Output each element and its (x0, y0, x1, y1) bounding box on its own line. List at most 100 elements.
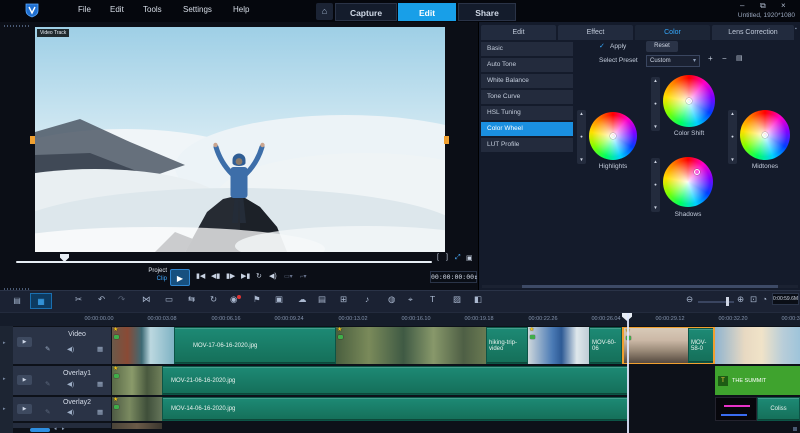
minimize-icon[interactable]: – (740, 1, 744, 10)
clip-video-2[interactable]: hiking-trip-video (486, 327, 528, 364)
panel-scrollbar[interactable] (482, 285, 798, 288)
cloud-media-icon[interactable]: ☁ (298, 294, 307, 305)
right-trim-handle[interactable] (444, 136, 449, 144)
midtones-slider[interactable]: ▲●▼ (728, 110, 737, 164)
midtones-wheel[interactable] (740, 110, 790, 160)
shadows-slider[interactable]: ▲●▼ (651, 158, 660, 212)
category-white-balance[interactable]: White Balance (481, 74, 573, 88)
project-duration[interactable]: 0:00:59.6M (772, 293, 799, 305)
system-volume-icon[interactable]: ▭▾ (284, 273, 293, 280)
duration-clock-icon[interactable]: ◔ (762, 294, 767, 304)
remove-preset-button[interactable]: − (722, 54, 727, 63)
undo-icon[interactable]: ↶ (98, 294, 105, 305)
home-icon[interactable]: ⌂ (316, 3, 333, 20)
clip-thumbnail[interactable]: ★ (112, 366, 162, 395)
audio-mixer-icon[interactable]: ♪ (365, 294, 369, 304)
save-preset-icon[interactable]: ▤ (736, 54, 743, 62)
timeline-corner-scroll[interactable] (793, 427, 797, 431)
storyboard-view-icon[interactable]: ▤ (6, 293, 28, 309)
next-frame-button[interactable]: ▮▶ (226, 272, 235, 280)
highlights-wheel[interactable] (589, 112, 637, 160)
speech-to-text-icon[interactable]: ◍ (388, 294, 395, 305)
clip-thumbnail[interactable] (112, 423, 162, 429)
track-header-overlay2[interactable]: ▶ Overlay2 ✎ ◀) ▦ (13, 397, 111, 421)
clip-overlay2[interactable]: MOV-14-06-16-2020.jpg (162, 397, 628, 421)
toolbar-grip[interactable] (4, 288, 30, 290)
track-header-overlay1[interactable]: ▶ Overlay1 ✎ ◀) ▦ (13, 366, 111, 395)
clip-thumbnail[interactable]: ★ (112, 397, 162, 421)
clip-overlay2b[interactable]: Coliss (757, 397, 800, 421)
repeat-button[interactable]: ↻ (256, 272, 262, 280)
mark-in-icon[interactable]: [ (437, 254, 439, 261)
playback-mode-switch[interactable]: Project Clip (141, 267, 167, 284)
clip-title[interactable]: T THE SUMMIT (715, 366, 800, 395)
clip-thumbnail[interactable]: ★ (624, 328, 688, 363)
menu-tools[interactable]: Tools (143, 5, 162, 14)
split-screen-icon[interactable]: ⊞ (340, 294, 347, 305)
go-start-button[interactable]: ▮◀ (196, 272, 205, 280)
preview-video-frame[interactable] (35, 27, 445, 252)
zoom-out-icon[interactable]: ⊖ (686, 294, 693, 305)
timeline-scrollbar-thumb[interactable] (30, 428, 50, 432)
multi-trim-icon[interactable]: ✂ (75, 294, 82, 305)
clip-graphic[interactable] (715, 397, 757, 421)
clip-thumbnail[interactable]: ★ (336, 327, 486, 364)
capture-frame-icon[interactable]: ▣ (466, 254, 473, 262)
track-header-video[interactable]: ▶ Video ✎ ◀) ▦ (13, 327, 111, 364)
panel-tab-effect[interactable]: Effect (558, 25, 633, 40)
close-icon[interactable]: × (781, 1, 786, 10)
smart-proxy-icon[interactable]: ▭ (165, 294, 173, 305)
mark-out-icon[interactable]: ] (446, 254, 448, 261)
title-editor-icon[interactable]: T (430, 294, 435, 304)
prev-frame-button[interactable]: ◀▮ (211, 272, 220, 280)
tab-edit[interactable]: Edit (398, 3, 456, 21)
color-shift-slider[interactable]: ▲●▼ (651, 77, 660, 131)
apply-checkbox[interactable]: ✓ (599, 42, 605, 50)
category-basic[interactable]: Basic (481, 42, 573, 56)
panel-tab-lens-correction[interactable]: Lens Correction (712, 25, 794, 40)
clip-overlay1[interactable]: MOV-21-06-16-2020.jpg (162, 366, 628, 395)
playhead[interactable] (627, 313, 629, 433)
fit-project-icon[interactable]: ⊡ (750, 294, 757, 305)
highlights-slider[interactable]: ▲●▼ (577, 110, 586, 164)
instant-playback-icon[interactable]: ⌐▾ (300, 273, 307, 280)
tab-capture[interactable]: Capture (335, 3, 397, 21)
left-trim-handle[interactable] (30, 136, 35, 144)
clip-video-selected[interactable]: ★ MOV-58-0 (622, 327, 715, 364)
track-motion-icon[interactable]: ⌖ (408, 294, 413, 305)
clip-thumbnail[interactable]: ★ (112, 327, 174, 364)
overlay-options-icon[interactable]: ▣ (275, 294, 283, 305)
category-auto-tone[interactable]: Auto Tone (481, 58, 573, 72)
category-color-wheel[interactable]: Color Wheel (481, 122, 573, 136)
panel-tab-color[interactable]: Color (635, 25, 710, 40)
preset-dropdown[interactable]: Custom ▾ (646, 55, 700, 67)
menu-edit[interactable]: Edit (110, 5, 124, 14)
zoom-slider-handle[interactable] (726, 297, 729, 306)
menu-settings[interactable]: Settings (183, 5, 212, 14)
redo-icon[interactable]: ↷ (118, 294, 125, 305)
maximize-icon[interactable]: ⧉ (760, 1, 766, 11)
category-tone-curve[interactable]: Tone Curve (481, 90, 573, 104)
mask-creator-icon[interactable]: ▨ (453, 294, 461, 305)
panel-more-icon[interactable]: ▪ (795, 26, 797, 32)
clip-thumbnail[interactable] (715, 327, 800, 364)
zoom-in-icon[interactable]: ⊕ (737, 294, 744, 305)
go-end-button[interactable]: ▶▮ (241, 272, 250, 280)
clip-video-4[interactable]: MOV-58-0 (688, 328, 715, 363)
tab-share[interactable]: Share (458, 3, 516, 21)
category-hsl-tuning[interactable]: HSL Tuning (481, 106, 573, 120)
category-lut-profile[interactable]: LUT Profile (481, 138, 573, 152)
preview-timecode[interactable]: 00:00:00:00↕ (430, 271, 477, 283)
shadows-wheel[interactable] (663, 157, 713, 207)
motion-tracking-icon[interactable]: ⚑ (253, 294, 261, 305)
clip-thumbnail[interactable]: ★ (528, 327, 589, 364)
trim-markers-icon[interactable]: ⋈ (142, 294, 151, 305)
add-preset-button[interactable]: + (708, 54, 713, 63)
pan-zoom-icon[interactable]: ◧ (474, 294, 482, 305)
clip-video-3[interactable]: MOV-60-06 (589, 327, 622, 364)
menu-help[interactable]: Help (233, 5, 249, 14)
scroll-left-icon[interactable]: ◂ (54, 426, 57, 432)
menu-file[interactable]: File (78, 5, 91, 14)
scroll-right-icon[interactable]: ▸ (62, 426, 65, 432)
color-shift-wheel[interactable] (663, 75, 715, 127)
